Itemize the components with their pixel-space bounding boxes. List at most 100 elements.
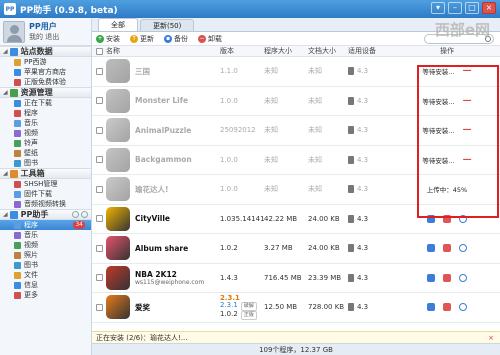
search-icon[interactable] (459, 273, 467, 282)
sidebar-item[interactable]: 正在下载 (0, 98, 91, 108)
update-button[interactable]: ↑ 更新 (130, 34, 154, 44)
select-all-checkbox[interactable] (95, 47, 103, 55)
sidebar-item[interactable]: 更多 (0, 290, 91, 300)
column-actions: 操作 (440, 47, 454, 55)
user-links[interactable]: 我的 退出 (29, 32, 59, 42)
sidebar-item[interactable]: 图书 (0, 158, 91, 168)
sidebar-item[interactable]: 正版免费体验 (0, 77, 91, 87)
table-row[interactable]: 爱奖 2.3.1 2.3.1 破解 1.0.2 正版 12.50 MB 728.00 KB 4.… (92, 293, 500, 323)
delete-icon[interactable] (443, 273, 451, 282)
collapse-triangle-icon[interactable]: ◢ (3, 170, 8, 177)
table-row[interactable]: AnimalPuzzle 25092012 未知 未知 4.3 等待安装... — (92, 116, 500, 146)
cancel-icon[interactable]: — (463, 125, 472, 135)
table-row[interactable]: CityVille 1.035.14141 42.22 MB 24.00 KB 4.3 (92, 205, 500, 234)
device-cell: 4.3 (348, 303, 402, 312)
column-version[interactable]: 版本 (220, 46, 264, 56)
minimize-button[interactable]: – (448, 2, 462, 14)
sidebar-section-header[interactable]: ◢ 站点数据 (0, 46, 91, 57)
sidebar-item[interactable]: 铃声 (0, 138, 91, 148)
sidebar-item[interactable]: 苹果官方商店 (0, 67, 91, 77)
row-checkbox[interactable] (95, 274, 103, 282)
sidebar-item-icon (14, 68, 21, 76)
skin-menu-button[interactable]: ▾ (431, 2, 445, 14)
sidebar-item-icon (14, 281, 21, 289)
table-row[interactable]: 三国 1.1.0 未知 未知 4.3 等待安装... — (92, 57, 500, 87)
row-checkbox[interactable] (95, 185, 103, 193)
cancel-icon[interactable]: — (463, 66, 472, 76)
user-name[interactable]: PP用户 (29, 21, 59, 32)
app-name: Album share (135, 243, 189, 253)
sidebar-item[interactable]: SHSH管理 (0, 179, 91, 189)
device-cell: 4.3 (348, 273, 402, 282)
backup-icon[interactable] (427, 303, 435, 312)
app-name-cell: 瑜花达人! (106, 177, 220, 202)
delete-icon[interactable] (443, 214, 451, 223)
device-icon (348, 273, 354, 282)
collapse-triangle-icon[interactable]: ◢ (3, 211, 8, 218)
collapse-triangle-icon[interactable]: ◢ (3, 48, 8, 55)
sidebar-item[interactable]: 程序 (0, 108, 91, 118)
cancel-icon[interactable]: — (463, 155, 472, 165)
row-checkbox[interactable] (95, 126, 103, 134)
row-checkbox[interactable] (95, 156, 103, 164)
sidebar-item[interactable]: 视频 (0, 240, 91, 250)
table-row[interactable]: Album share 1.0.2 3.27 MB 24.00 KB 4.3 (92, 234, 500, 264)
sidebar-item[interactable]: 音乐 (0, 230, 91, 240)
actions-cell: 等待安装... — (402, 96, 492, 106)
sidebar-item[interactable]: 文件 (0, 270, 91, 280)
cancel-icon[interactable]: — (463, 96, 472, 106)
uninstall-button[interactable]: − 卸载 (198, 34, 222, 44)
close-button[interactable]: × (482, 2, 496, 14)
sidebar-item[interactable]: 照片 (0, 250, 91, 260)
row-checkbox[interactable] (95, 303, 103, 311)
disconnect-icon[interactable] (81, 211, 88, 218)
table-row[interactable]: 瑜花达人! 1.0.0 未知 未知 4.3 上传中：45% (92, 175, 500, 205)
column-name[interactable]: 名称 (106, 46, 220, 56)
sidebar-section-header[interactable]: ◢ 资源管理 (0, 87, 91, 98)
sidebar-item-icon (14, 139, 21, 147)
app-size-cell: 未知 (264, 96, 278, 105)
sidebar-item[interactable]: PP西游 (0, 57, 91, 67)
sidebar-item[interactable]: 壁纸 (0, 148, 91, 158)
backup-icon[interactable] (427, 273, 435, 282)
sidebar-item[interactable]: 音乐 (0, 118, 91, 128)
row-checkbox[interactable] (95, 215, 103, 223)
sidebar-item-icon (14, 291, 21, 299)
table-row[interactable]: NBA 2K12 ws115@weiphone.com 1.4.3 716.45 MB… (92, 264, 500, 293)
maximize-button[interactable]: □ (465, 2, 479, 14)
row-checkbox[interactable] (95, 244, 103, 252)
table-row[interactable]: Monster Life 1.0.0 未知 未知 4.3 等待安装... — (92, 87, 500, 116)
sidebar-item[interactable]: 视频 (0, 128, 91, 138)
backup-icon[interactable] (427, 244, 435, 253)
column-doc-size[interactable]: 文档大小 (308, 46, 348, 56)
sidebar-item[interactable]: 固件下载 (0, 189, 91, 199)
backup-icon[interactable] (427, 214, 435, 223)
sidebar-section-header[interactable]: ◢ PP助手 (0, 209, 91, 220)
app-name: 瑜花达人! (135, 184, 169, 194)
refresh-icon[interactable] (72, 211, 79, 218)
delete-icon[interactable] (443, 244, 451, 253)
tab-updates[interactable]: 更新(50) (140, 19, 195, 31)
search-icon[interactable] (459, 214, 467, 223)
row-checkbox[interactable] (95, 67, 103, 75)
sidebar-item[interactable]: 音频视频转换 (0, 199, 91, 209)
backup-button[interactable]: ▪ 备份 (164, 34, 188, 44)
delete-icon[interactable] (443, 303, 451, 312)
install-button[interactable]: + 安装 (96, 34, 120, 44)
collapse-triangle-icon[interactable]: ◢ (3, 89, 8, 96)
tab-all[interactable]: 全部 (98, 18, 138, 31)
sidebar-section-header[interactable]: ◢ 工具箱 (0, 168, 91, 179)
sidebar-item[interactable]: 信息 (0, 280, 91, 290)
sidebar-item[interactable]: 图书 (0, 260, 91, 270)
table-row[interactable]: Backgammon 1.0.0 未知 未知 4.3 等待安装... — (92, 146, 500, 175)
sidebar-item[interactable]: 程序 34 (0, 220, 91, 230)
search-icon[interactable] (459, 303, 467, 312)
install-status: 等待安装... (422, 68, 455, 77)
search-icon[interactable] (459, 244, 467, 253)
actions-cell: 等待安装... — (402, 66, 492, 76)
clear-install-button[interactable]: × (488, 334, 494, 342)
column-device[interactable]: 适用设备 (348, 46, 402, 56)
row-checkbox[interactable] (95, 97, 103, 105)
column-app-size[interactable]: 程序大小 (264, 46, 308, 56)
avatar[interactable] (3, 20, 25, 43)
